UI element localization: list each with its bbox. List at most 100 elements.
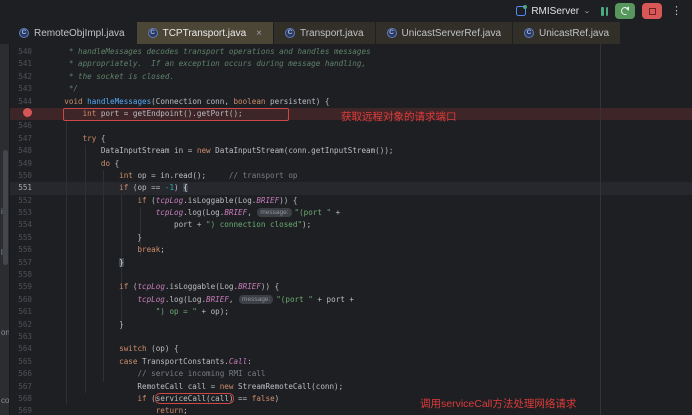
code-text: if (tcpLog.isLoggable(Log.BRIEF)) { [46,281,279,293]
line-number[interactable]: 559 [10,281,46,293]
code-text: * appropriately. If an exception occurs … [46,58,366,70]
code-line[interactable]: 569 return; [10,405,692,415]
code-line[interactable]: 565 case TransportConstants.Call: [10,356,692,368]
code-text: // service incoming RMI call [46,368,265,380]
code-line[interactable]: 568 if (serviceCall(call) == false) [10,393,692,405]
scrollbar-thumb[interactable] [3,150,8,265]
line-number[interactable]: 543 [10,83,46,95]
class-icon: C [19,28,29,38]
line-number[interactable]: 541 [10,58,46,70]
code-line[interactable]: 543 */ [10,83,692,95]
line-number[interactable]: 569 [10,405,46,415]
tab-label: RemoteObjImpl.java [34,28,125,39]
breakpoint-icon[interactable] [23,108,32,117]
line-number[interactable]: 540 [10,46,46,58]
code-line[interactable]: 541 * appropriately. If an exception occ… [10,58,692,70]
line-number[interactable]: 555 [10,232,46,244]
code-line[interactable]: 556 break; [10,244,692,256]
parameter-hint: message: [257,208,291,217]
code-line[interactable]: 563 [10,331,692,343]
code-line[interactable]: 560 tcpLog.log(Log.BRIEF, message:"(port… [10,294,692,306]
code-text: */ [46,83,78,95]
line-number[interactable]: 548 [10,145,46,157]
red-annotation-box-getport [63,108,289,121]
line-number[interactable]: 564 [10,343,46,355]
line-number[interactable]: 552 [10,195,46,207]
class-icon: C [148,28,158,38]
code-text: DataInputStream in = new DataInputStream… [46,145,393,157]
code-line[interactable]: 555 } [10,232,692,244]
line-number[interactable]: 546 [10,120,46,132]
line-number[interactable]: 553 [10,207,46,219]
run-config-name: RMIServer [531,6,579,17]
code-line[interactable]: 552 if (tcpLog.isLoggable(Log.BRIEF)) { [10,195,692,207]
line-number[interactable]: 567 [10,381,46,393]
code-line[interactable]: 562 } [10,319,692,331]
line-number[interactable]: 563 [10,331,46,343]
line-number[interactable]: 566 [10,368,46,380]
code-text: RemoteCall call = new StreamRemoteCall(c… [46,381,343,393]
line-number[interactable]: 542 [10,71,46,83]
code-text: do { [46,158,119,170]
tab-remoteobjimpl[interactable]: C RemoteObjImpl.java [8,22,137,44]
code-text: try { [46,133,105,145]
line-number[interactable]: 558 [10,269,46,281]
code-text: break; [46,244,165,256]
code-line[interactable]: 567 RemoteCall call = new StreamRemoteCa… [10,381,692,393]
tab-label: UnicastServerRef.java [402,28,501,39]
code-line[interactable]: 553 tcpLog.log(Log.BRIEF, message:"(port… [10,207,692,219]
close-tab-icon[interactable]: × [256,28,262,39]
code-line[interactable]: 548 DataInputStream in = new DataInputSt… [10,145,692,157]
code-line[interactable]: 549 do { [10,158,692,170]
tab-unicastserverref[interactable]: C UnicastServerRef.java [376,22,513,44]
tab-transport[interactable]: C Transport.java [274,22,376,44]
editor-tab-bar: C RemoteObjImpl.java C TCPTransport.java… [0,22,692,44]
tab-unicastref[interactable]: C UnicastRef.java [513,22,621,44]
code-text: switch (op) { [46,343,179,355]
line-number[interactable]: 560 [10,294,46,306]
code-text: * handleMessages decodes transport opera… [46,46,371,58]
line-number[interactable] [10,108,46,120]
code-editor[interactable]: 540 * handleMessages decodes transport o… [10,44,692,415]
tab-label: UnicastRef.java [539,28,609,39]
line-number[interactable]: 561 [10,306,46,318]
code-line[interactable]: 559 if (tcpLog.isLoggable(Log.BRIEF)) { [10,281,692,293]
code-text: if (op == -1) { [46,182,188,194]
pause-icon[interactable] [601,7,608,16]
line-number[interactable]: 544 [10,96,46,108]
line-number[interactable]: 549 [10,158,46,170]
code-line[interactable]: 564 switch (op) { [10,343,692,355]
more-actions-icon[interactable]: ⋮ [671,6,682,17]
line-number[interactable]: 557 [10,257,46,269]
code-line[interactable]: 554 port + ") connection closed"); [10,219,692,231]
code-text: tcpLog.log(Log.BRIEF, message:"(port " + [46,207,340,219]
code-line[interactable]: 561 ") op = " + op); [10,306,692,318]
annotation-note: 获取远程对象的请求端口 [341,109,457,124]
line-number[interactable]: 562 [10,319,46,331]
line-number[interactable]: 565 [10,356,46,368]
code-line[interactable]: 544 void handleMessages(Connection conn,… [10,96,692,108]
line-number[interactable]: 568 [10,393,46,405]
code-line[interactable]: 558 [10,269,692,281]
line-number[interactable]: 554 [10,219,46,231]
code-line[interactable]: 551 if (op == -1) { [10,182,692,194]
parameter-hint: message: [239,295,273,304]
code-line[interactable]: 540 * handleMessages decodes transport o… [10,46,692,58]
code-line[interactable]: 542 * the socket is closed. [10,71,692,83]
line-number[interactable]: 547 [10,133,46,145]
code-area-lines[interactable]: 540 * handleMessages decodes transport o… [10,44,692,415]
line-number[interactable]: 556 [10,244,46,256]
rerun-button[interactable] [615,3,635,19]
stop-button[interactable] [642,3,662,19]
code-line[interactable]: 547 try { [10,133,692,145]
tab-tcptransport[interactable]: C TCPTransport.java × [137,22,274,44]
code-line[interactable]: 557 } [10,257,692,269]
tab-label: Transport.java [300,28,364,39]
line-number[interactable]: 551 [10,182,46,194]
code-line[interactable]: 566 // service incoming RMI call [10,368,692,380]
line-number[interactable]: 550 [10,170,46,182]
code-text: if (serviceCall(call) == false) [46,393,279,405]
run-configuration-selector[interactable]: RMIServer ⌄ [516,6,590,17]
tab-label: TCPTransport.java [163,28,247,39]
code-line[interactable]: 550 int op = in.read(); // transport op [10,170,692,182]
